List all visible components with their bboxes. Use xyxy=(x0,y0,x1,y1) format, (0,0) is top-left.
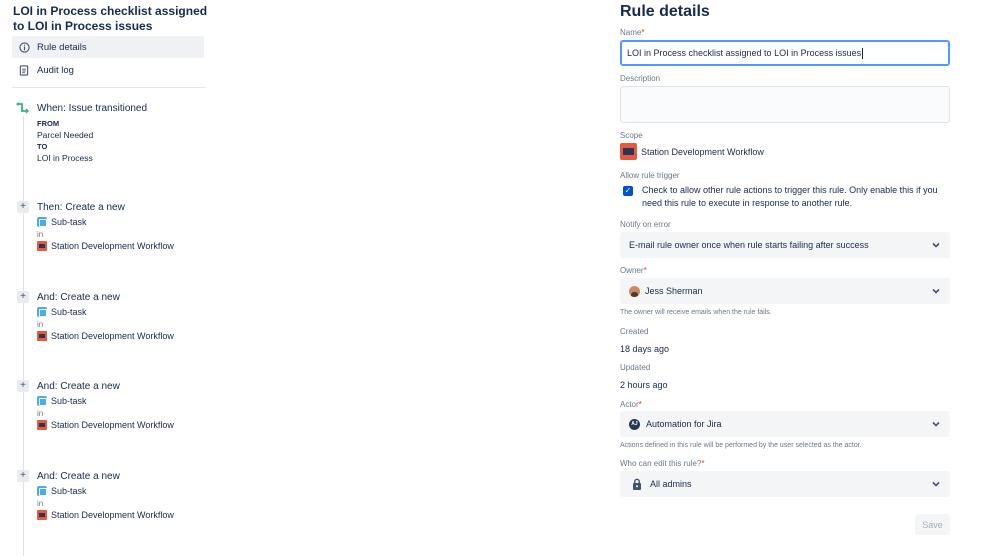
project-icon xyxy=(37,241,47,251)
nav-audit-log[interactable]: Audit log xyxy=(12,59,204,81)
notify-label: Notify on error xyxy=(620,220,671,229)
subtask-icon xyxy=(37,396,47,406)
action-title[interactable]: And: Create a new xyxy=(37,471,120,482)
project-label: Station Development Workflow xyxy=(51,241,174,251)
project-label: Station Development Workflow xyxy=(51,420,174,430)
edit-permission-select[interactable]: All admins xyxy=(620,471,950,497)
action-project: Station Development Workflow xyxy=(37,420,174,430)
actor-label: Actor* xyxy=(620,400,642,409)
scope-value: Station Development Workflow xyxy=(620,143,764,160)
allow-trigger-text: Check to allow other rule actions to tri… xyxy=(642,185,938,208)
in-label: in xyxy=(37,230,44,239)
action-issue-type: Sub-task xyxy=(37,307,87,317)
action-title[interactable]: Then: Create a new xyxy=(37,202,125,213)
automation-icon: AJ xyxy=(629,418,640,430)
from-status: Parcel Needed xyxy=(37,130,94,140)
to-status: LOI in Process xyxy=(37,153,93,163)
updated-label: Updated xyxy=(620,363,651,372)
lock-icon xyxy=(633,478,641,490)
nav-label: Audit log xyxy=(37,64,74,76)
actor-help-text: Actions defined in this rule will be per… xyxy=(620,442,862,449)
to-label: TO xyxy=(37,142,48,151)
updated-value: 2 hours ago xyxy=(620,380,668,390)
issue-type-label: Sub-task xyxy=(51,217,87,227)
issue-type-label: Sub-task xyxy=(51,396,87,406)
nav-label: Rule details xyxy=(37,41,87,53)
actor-select[interactable]: AJ Automation for Jira xyxy=(620,411,950,437)
chevron-down-icon xyxy=(932,242,940,248)
created-value: 18 days ago xyxy=(620,344,670,354)
allow-trigger-row: ✓ Check to allow other rule actions to t… xyxy=(623,184,953,210)
issue-type-label: Sub-task xyxy=(51,307,87,317)
name-input[interactable]: LOI in Process checklist assigned to LOI… xyxy=(620,40,950,66)
created-label: Created xyxy=(620,327,649,336)
page-title: Rule details xyxy=(620,3,710,20)
subtask-icon xyxy=(37,486,47,496)
allow-trigger-label: Allow rule trigger xyxy=(620,171,680,180)
add-component-button[interactable]: + xyxy=(17,291,29,303)
owner-label: Owner* xyxy=(620,266,647,275)
project-icon xyxy=(37,420,47,430)
project-icon xyxy=(37,510,47,520)
add-component-button[interactable]: + xyxy=(17,380,29,392)
save-button[interactable]: Save xyxy=(915,514,950,535)
notify-select[interactable]: E-mail rule owner once when rule starts … xyxy=(620,232,950,258)
project-icon xyxy=(37,331,47,341)
issue-type-label: Sub-task xyxy=(51,486,87,496)
action-issue-type: Sub-task xyxy=(37,396,87,406)
flow-connector-line xyxy=(23,116,24,556)
divider xyxy=(12,87,205,88)
subtask-icon xyxy=(37,217,47,227)
owner-help-text: The owner will receive emails when the r… xyxy=(620,309,772,316)
trigger-title[interactable]: When: Issue transitioned xyxy=(37,103,147,114)
info-icon xyxy=(18,41,30,53)
document-icon xyxy=(18,64,30,76)
add-component-button[interactable]: + xyxy=(17,201,29,213)
chevron-down-icon xyxy=(932,288,940,294)
chevron-down-icon xyxy=(932,421,940,427)
chevron-down-icon xyxy=(932,481,940,487)
allow-trigger-checkbox[interactable]: ✓ xyxy=(623,186,633,196)
in-label: in xyxy=(37,320,44,329)
rule-sidebar: LOI in Process checklist assigned to LOI… xyxy=(0,0,210,556)
add-component-button[interactable]: + xyxy=(17,470,29,482)
avatar xyxy=(629,285,640,297)
nav-rule-details[interactable]: Rule details xyxy=(12,36,204,58)
description-label: Description xyxy=(620,74,661,83)
rule-title: LOI in Process checklist assigned to LOI… xyxy=(13,4,208,33)
owner-select[interactable]: Jess Sherman xyxy=(620,278,950,304)
project-label: Station Development Workflow xyxy=(51,510,174,520)
action-project: Station Development Workflow xyxy=(37,510,174,520)
action-project: Station Development Workflow xyxy=(37,241,174,251)
rule-details-form: Rule details Name* LOI in Process checkl… xyxy=(620,0,950,556)
from-label: FROM xyxy=(37,119,60,128)
edit-permission-label: Who can edit this rule?* xyxy=(620,459,705,468)
description-textarea[interactable] xyxy=(620,86,950,123)
in-label: in xyxy=(37,409,44,418)
trigger-icon[interactable] xyxy=(16,101,30,115)
in-label: in xyxy=(37,499,44,508)
project-icon xyxy=(620,143,637,160)
name-label: Name* xyxy=(620,28,645,37)
scope-label: Scope xyxy=(620,131,643,140)
action-issue-type: Sub-task xyxy=(37,217,87,227)
action-title[interactable]: And: Create a new xyxy=(37,292,120,303)
action-issue-type: Sub-task xyxy=(37,486,87,496)
project-label: Station Development Workflow xyxy=(51,331,174,341)
action-project: Station Development Workflow xyxy=(37,331,174,341)
subtask-icon xyxy=(37,307,47,317)
action-title[interactable]: And: Create a new xyxy=(37,381,120,392)
